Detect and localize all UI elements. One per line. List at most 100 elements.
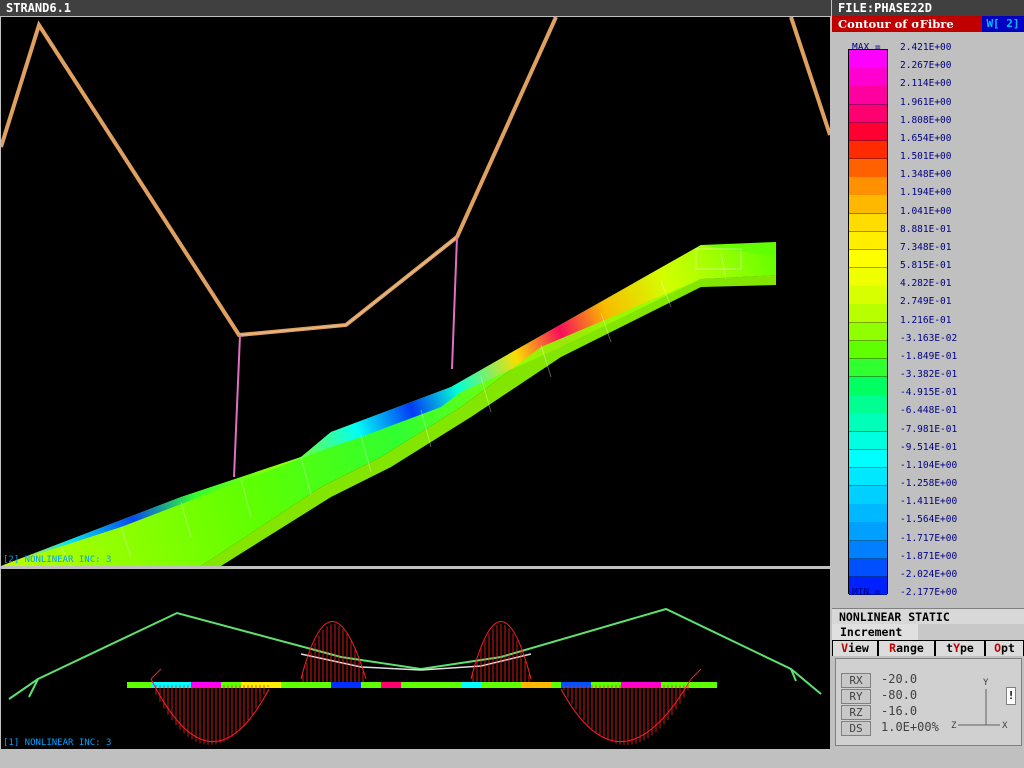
rz-label[interactable]: RZ: [841, 705, 871, 720]
color-scale-swatch: [849, 195, 887, 214]
main-cable: [1, 17, 558, 338]
legend-value: -4.915E-01: [900, 387, 958, 399]
analysis-type: NONLINEAR STATIC: [839, 610, 950, 624]
window-tag[interactable]: W[ 2]: [982, 16, 1024, 32]
legend-value: -6.448E-01: [900, 405, 958, 417]
increment-label: Increment: [832, 624, 918, 640]
color-scale-swatch: [849, 213, 887, 233]
legend-value: -1.849E-01: [900, 350, 958, 362]
legend-value: -3.382E-01: [900, 369, 958, 380]
legend-value: -1.258E+00: [900, 478, 958, 489]
legend-value: -2.024E+00: [900, 568, 958, 580]
color-scale-swatch: [849, 122, 887, 142]
legend-value: 2.421E+00: [900, 42, 952, 53]
legend-panel: Contour of σFibre W[ 2] MAX = 2.421E+00 2.…: [832, 16, 1024, 750]
color-scale-swatch: [849, 231, 887, 251]
viewport-top-label: [2] NONLINEAR INC: 3: [3, 555, 112, 565]
analysis-status: NONLINEAR STATIC: [832, 608, 1024, 624]
viewport-bottom-label: [1] NONLINEAR INC: 3: [3, 738, 112, 748]
color-scale-swatch: [849, 140, 887, 160]
color-scale-swatch: [849, 449, 887, 469]
legend-value: 1.348E+00: [900, 169, 952, 181]
legend-value: 7.348E-01: [900, 241, 952, 253]
file-title: FILE:PHASE22D: [838, 1, 932, 15]
axis-x-label: X: [1002, 721, 1008, 731]
color-scale-swatch: [849, 322, 887, 342]
options-button[interactable]: Opt: [986, 641, 1023, 656]
color-scale-swatch: [849, 159, 887, 178]
color-scale-swatch: [849, 413, 887, 432]
legend-title: Contour of σFibre: [832, 16, 982, 32]
color-scale-swatch: [849, 467, 887, 487]
model-3d-view[interactable]: [1, 17, 830, 566]
color-scale-swatch: [849, 377, 887, 396]
legend-value: 2.749E-01: [900, 296, 952, 308]
color-scale-swatch: [849, 340, 887, 360]
color-scale-swatch: [849, 558, 887, 578]
moment-diagram: [150, 621, 702, 743]
command-buttons: View Range tYpe Opt: [832, 640, 1024, 656]
rz-value[interactable]: -16.0: [881, 704, 917, 719]
color-scale-swatch: [849, 522, 887, 541]
type-button[interactable]: tYpe: [936, 641, 984, 656]
main-viewport[interactable]: [2] NONLINEAR INC: 3: [0, 16, 831, 567]
legend-value: 1.654E+00: [900, 132, 952, 144]
ry-label[interactable]: RY: [841, 689, 871, 704]
axis-triad-icon: Y Z X: [951, 678, 1008, 731]
legend-value: 1.501E+00: [900, 151, 952, 162]
legend-value: -9.514E-01: [900, 441, 958, 453]
legend-value: -7.981E-01: [900, 423, 958, 435]
legend-value: 4.282E-01: [900, 278, 952, 290]
legend-value: -1.717E+00: [900, 532, 958, 544]
color-scale-swatch: [849, 268, 887, 287]
color-scale-swatch: [849, 286, 887, 305]
rx-value[interactable]: -20.0: [881, 672, 917, 687]
color-scale-swatch: [849, 395, 887, 414]
legend-value: -3.163E-02: [900, 332, 958, 344]
file-title-bar: FILE:PHASE22D: [832, 0, 1024, 16]
color-scale-swatch: [849, 68, 887, 87]
legend-max-label: MAX =: [852, 42, 881, 53]
axis-z-label: Z: [951, 721, 957, 731]
legend-value: -1.411E+00: [900, 496, 958, 508]
ry-value[interactable]: -80.0: [881, 688, 917, 703]
ds-value[interactable]: 1.0E+00%: [881, 720, 939, 735]
color-scale-swatch: [849, 177, 887, 196]
axis-y-label: Y: [983, 678, 989, 688]
overview-viewport[interactable]: [1] NONLINEAR INC: 3: [0, 568, 831, 750]
cable-highlight: [238, 236, 458, 336]
rx-label[interactable]: RX: [841, 673, 871, 688]
range-button[interactable]: Range: [879, 641, 934, 656]
view-button[interactable]: View: [833, 641, 877, 656]
legend-value: 1.808E+00: [900, 114, 952, 126]
color-scale-swatch: [849, 304, 887, 323]
model-overview-view[interactable]: [1, 569, 830, 749]
hanger-right: [451, 236, 458, 370]
legend-value: 8.881E-01: [900, 223, 952, 235]
rotation-controls: RX -20.0 RY -80.0 RZ -16.0 DS 1.0E+00% Y…: [835, 658, 1022, 746]
legend-value: -1.564E+00: [900, 514, 958, 526]
legend-value: -2.177E+00: [900, 587, 958, 598]
color-scale-bar: [848, 49, 888, 596]
color-scale-swatch: [849, 540, 887, 560]
legend-value: 1.216E-01: [900, 314, 952, 326]
increment-row: Increment 3: [832, 624, 1024, 655]
main-cable-right: [789, 17, 830, 136]
color-scale-swatch: [849, 358, 887, 378]
ds-label[interactable]: DS: [841, 721, 871, 736]
color-scale-swatch: [849, 486, 887, 505]
color-scale-swatch: [849, 249, 887, 269]
legend-value: 5.815E-01: [900, 260, 952, 271]
color-scale-swatch: [849, 104, 887, 124]
app-title: STRAND6.1: [6, 1, 72, 15]
pin-icon[interactable]: !: [1006, 687, 1016, 705]
color-scale-swatch: [849, 86, 887, 105]
hanger-left: [233, 334, 241, 478]
legend-value: 1.041E+00: [900, 205, 952, 217]
legend-value: -1.871E+00: [900, 550, 958, 562]
legend-value: 1.961E+00: [900, 96, 952, 108]
legend-value: 2.267E+00: [900, 60, 952, 72]
legend-value: 2.114E+00: [900, 78, 952, 90]
color-scale-swatch: [849, 504, 887, 523]
legend-min-label: MIN =: [852, 587, 881, 598]
